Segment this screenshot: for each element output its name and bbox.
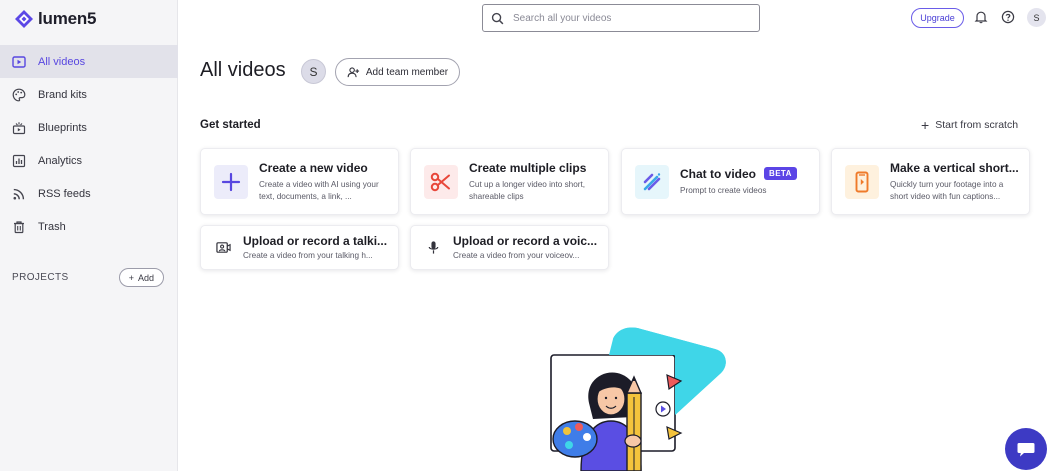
card-description: Create a video from your voiceov... <box>453 250 580 260</box>
card-text: Chat to video BETA Prompt to create vide… <box>680 167 810 197</box>
card-description: Create a video from your talking h... <box>243 250 373 260</box>
card-text: Upload or record a talki... Create a vid… <box>243 234 395 262</box>
sidebar-item-brand-kits[interactable]: Brand kits <box>0 78 178 111</box>
card-text: Make a vertical short... Quickly turn yo… <box>890 161 1020 203</box>
start-from-scratch-label: Start from scratch <box>935 119 1019 131</box>
card-text: Upload or record a voic... Create a vide… <box>453 234 605 262</box>
search-icon <box>491 12 504 24</box>
magic-wand-icon <box>635 164 669 199</box>
brand-name: lumen5 <box>38 9 97 28</box>
card-create-multiple-clips[interactable]: Create multiple clips Cut up a longer vi… <box>410 148 609 215</box>
blueprint-icon <box>12 121 26 135</box>
card-title: Upload or record a talki... <box>243 233 388 248</box>
card-description: Cut up a longer video into short, sharea… <box>469 179 586 201</box>
search-input[interactable] <box>513 12 743 24</box>
sidebar-item-label: All videos <box>38 55 86 68</box>
sidebar-item-analytics[interactable]: Analytics <box>0 144 178 177</box>
sidebar-item-label: Brand kits <box>38 88 87 101</box>
sidebar: lumen5 All videos Brand kits Blueprints … <box>0 0 178 471</box>
vertical-phone-icon <box>845 164 879 199</box>
start-from-scratch-link[interactable]: + Start from scratch <box>921 117 1019 133</box>
card-description: Prompt to create videos <box>680 185 767 195</box>
card-title-text: Chat to video <box>680 166 757 181</box>
add-project-button[interactable]: + Add <box>118 268 164 287</box>
card-chat-to-video[interactable]: Chat to video BETA Prompt to create vide… <box>621 148 820 215</box>
sidebar-nav: All videos Brand kits Blueprints Analyti… <box>0 45 178 243</box>
sidebar-item-blueprints[interactable]: Blueprints <box>0 111 178 144</box>
add-user-icon <box>347 66 359 77</box>
support-chat-button[interactable] <box>1005 428 1047 470</box>
projects-label: PROJECTS <box>12 272 69 283</box>
user-avatar[interactable]: S <box>1027 8 1046 27</box>
brand-logo[interactable]: lumen5 <box>14 8 97 30</box>
sidebar-item-all-videos[interactable]: All videos <box>0 45 178 78</box>
get-started-heading: Get started <box>200 119 261 131</box>
card-title: Create a new video <box>259 160 368 175</box>
card-description: Create a video with AI using your text, … <box>259 179 379 201</box>
upgrade-button[interactable]: Upgrade <box>911 8 964 28</box>
sidebar-item-rss-feeds[interactable]: RSS feeds <box>0 177 178 210</box>
card-title: Upload or record a voic... <box>453 233 598 248</box>
card-text: Create multiple clips Cut up a longer vi… <box>469 161 599 203</box>
sidebar-item-label: Analytics <box>38 154 83 167</box>
sidebar-item-label: RSS feeds <box>38 187 91 200</box>
sidebar-item-trash[interactable]: Trash <box>0 210 178 243</box>
team-avatar[interactable]: S <box>301 59 326 84</box>
beta-badge: BETA <box>764 167 797 180</box>
add-team-member-button[interactable]: Add team member <box>335 58 460 86</box>
help-icon[interactable] <box>1001 10 1015 24</box>
bell-icon[interactable] <box>974 10 988 24</box>
add-team-member-label: Add team member <box>365 66 449 78</box>
card-title: Make a vertical short... <box>890 160 1019 175</box>
card-text: Create a new video Create a video with A… <box>259 161 389 203</box>
camera-icon <box>215 240 231 256</box>
add-project-label: Add <box>137 272 154 283</box>
card-create-new-video[interactable]: Create a new video Create a video with A… <box>200 148 399 215</box>
page-title: All videos <box>200 59 286 81</box>
trash-icon <box>12 220 26 234</box>
creator-illustration <box>550 327 726 471</box>
card-description: Quickly turn your footage into a short v… <box>890 179 1004 201</box>
card-title: Create multiple clips <box>469 160 587 175</box>
card-upload-talking-head[interactable]: Upload or record a talki... Create a vid… <box>200 225 399 270</box>
play-square-icon <box>12 55 26 69</box>
rss-icon <box>12 187 26 201</box>
plus-icon: + <box>921 117 930 133</box>
bar-chart-icon <box>12 154 26 168</box>
scissors-icon <box>424 164 458 199</box>
microphone-icon <box>425 240 441 256</box>
sidebar-item-label: Trash <box>38 220 66 233</box>
plus-icon <box>214 164 248 199</box>
card-title: Chat to video BETA <box>680 167 810 181</box>
card-make-vertical-short[interactable]: Make a vertical short... Quickly turn yo… <box>831 148 1030 215</box>
projects-section: PROJECTS + Add <box>12 268 164 287</box>
palette-icon <box>12 88 26 102</box>
sidebar-item-label: Blueprints <box>38 121 87 134</box>
search-bar[interactable] <box>482 4 760 32</box>
card-upload-voiceover[interactable]: Upload or record a voic... Create a vide… <box>410 225 609 270</box>
plus-icon: + <box>128 272 134 283</box>
chat-icon <box>1017 443 1035 457</box>
lumen5-logo-icon <box>15 10 33 28</box>
